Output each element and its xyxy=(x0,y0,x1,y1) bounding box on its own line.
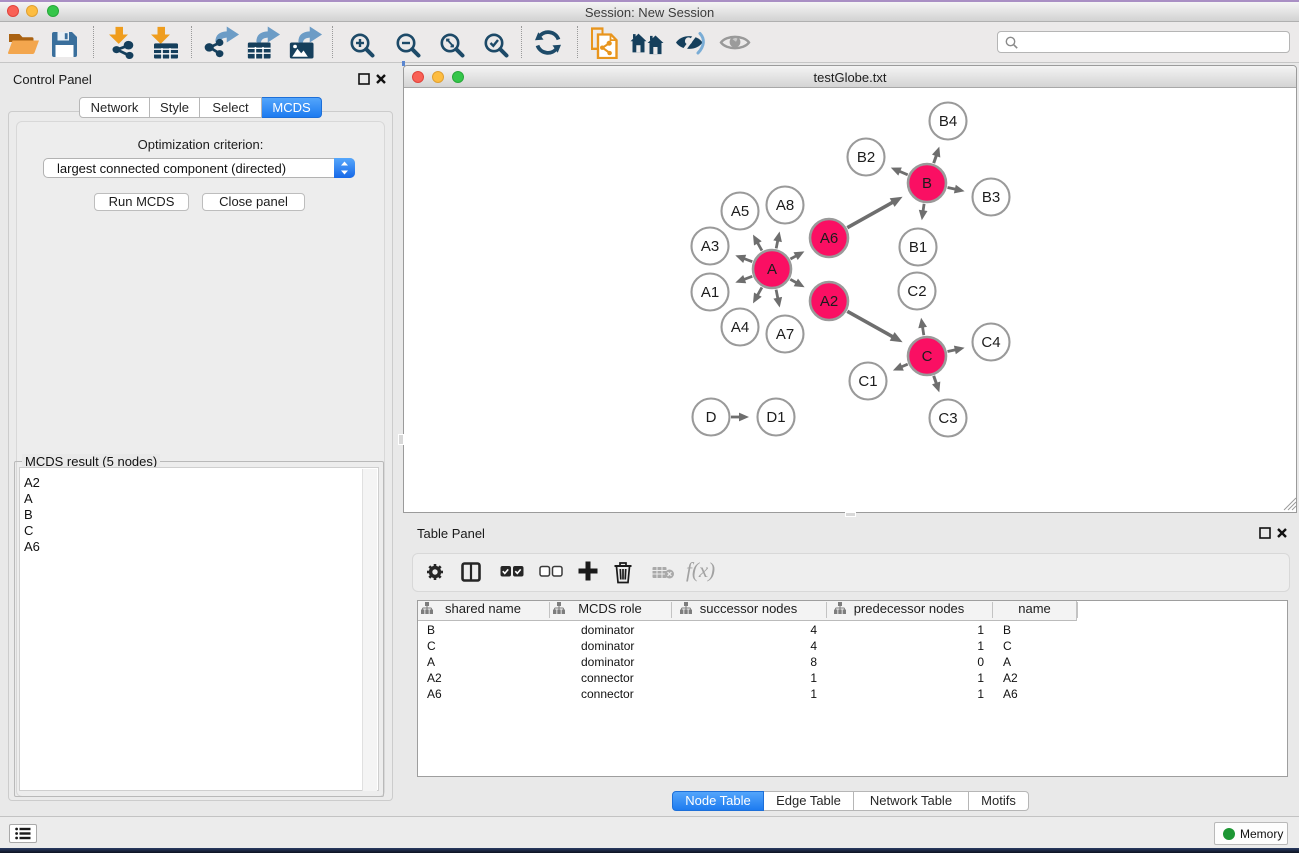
svg-text:B4: B4 xyxy=(939,113,957,130)
svg-text:B: B xyxy=(922,175,932,192)
svg-text:C3: C3 xyxy=(938,410,957,427)
svg-text:D1: D1 xyxy=(766,409,785,426)
svg-text:A2: A2 xyxy=(820,293,838,310)
svg-text:B3: B3 xyxy=(982,189,1000,206)
svg-text:B2: B2 xyxy=(857,149,875,166)
svg-text:A8: A8 xyxy=(776,197,794,214)
svg-text:A1: A1 xyxy=(701,284,719,301)
svg-text:A: A xyxy=(767,261,777,278)
svg-text:C4: C4 xyxy=(981,334,1000,351)
svg-text:A4: A4 xyxy=(731,319,749,336)
svg-text:C: C xyxy=(922,348,933,365)
svg-text:D: D xyxy=(706,409,717,426)
svg-text:C2: C2 xyxy=(907,283,926,300)
svg-text:A3: A3 xyxy=(701,238,719,255)
svg-text:A5: A5 xyxy=(731,203,749,220)
svg-text:A6: A6 xyxy=(820,230,838,247)
svg-text:C1: C1 xyxy=(858,373,877,390)
svg-text:B1: B1 xyxy=(909,239,927,256)
svg-text:A7: A7 xyxy=(776,326,794,343)
